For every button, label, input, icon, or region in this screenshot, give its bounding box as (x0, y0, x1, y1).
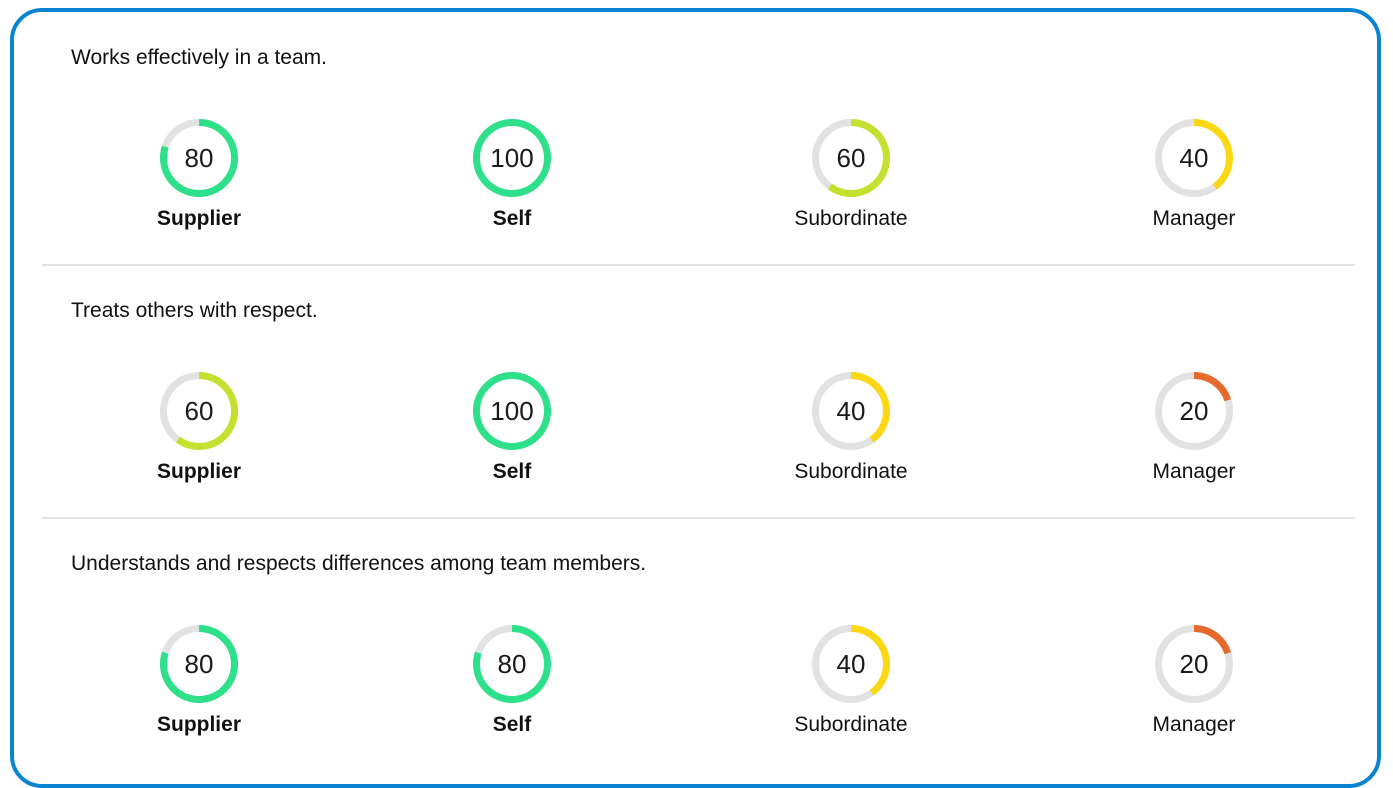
score-value: 100 (490, 143, 534, 173)
rater-label: Subordinate (794, 713, 908, 736)
score-metric-subordinate: 40 Subordinate (751, 366, 951, 486)
question-section: Treats others with respect. 60 Supplier … (0, 253, 1393, 506)
question-section: Works effectively in a team. 80 Supplier… (0, 0, 1393, 253)
score-value: 40 (1179, 143, 1209, 173)
question-title: Treats others with respect. (71, 299, 318, 322)
score-value: 100 (490, 396, 534, 426)
score-value: 80 (184, 143, 214, 173)
rater-label: Manager (1152, 460, 1236, 483)
rater-label: Self (492, 460, 532, 483)
rater-label: Subordinate (794, 460, 908, 483)
rater-label: Self (492, 713, 532, 736)
score-metric-manager: 20 Manager (1094, 619, 1294, 739)
rater-label: Self (492, 207, 532, 230)
score-value: 60 (184, 396, 214, 426)
score-metric-self: 80 Self (412, 619, 612, 739)
score-metric-subordinate: 40 Subordinate (751, 619, 951, 739)
rater-label: Supplier (156, 460, 241, 483)
score-value: 20 (1179, 396, 1209, 426)
rater-label: Supplier (156, 713, 241, 736)
score-metric-supplier: 80 Supplier (99, 619, 299, 739)
score-value: 20 (1179, 649, 1209, 679)
score-metric-manager: 20 Manager (1094, 366, 1294, 486)
score-value: 80 (184, 649, 214, 679)
score-metric-self: 100 Self (412, 113, 612, 233)
score-metric-manager: 40 Manager (1094, 113, 1294, 233)
rater-label: Manager (1152, 207, 1236, 230)
score-metric-self: 100 Self (412, 366, 612, 486)
score-value: 40 (836, 396, 866, 426)
question-title: Works effectively in a team. (71, 46, 327, 69)
score-value: 80 (497, 649, 527, 679)
score-metric-supplier: 60 Supplier (99, 366, 299, 486)
rater-label: Manager (1152, 713, 1236, 736)
score-value: 40 (836, 649, 866, 679)
score-value: 60 (836, 143, 866, 173)
rater-label: Supplier (156, 207, 241, 230)
score-metric-subordinate: 60 Subordinate (751, 113, 951, 233)
question-section: Understands and respects differences amo… (0, 506, 1393, 759)
score-metric-supplier: 80 Supplier (99, 113, 299, 233)
question-title: Understands and respects differences amo… (71, 552, 647, 575)
rater-label: Subordinate (794, 207, 908, 230)
